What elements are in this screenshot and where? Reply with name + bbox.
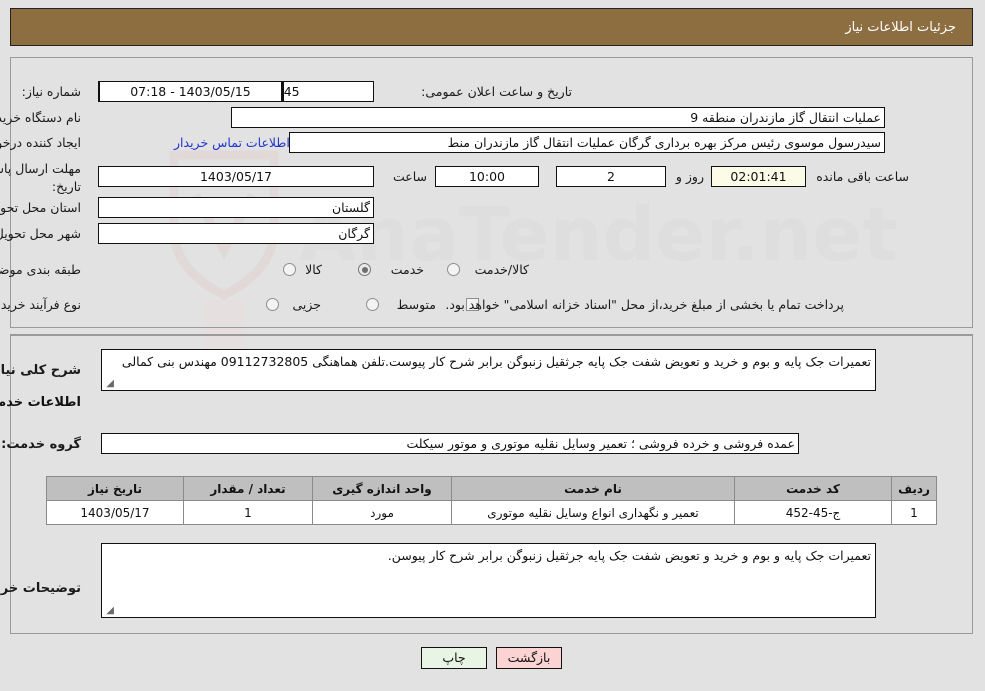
radio-category-kala-label: کالا	[306, 262, 323, 277]
radio-process-jozii-label: جزیی	[293, 297, 322, 312]
requester-label: ایجاد کننده درخواست:	[0, 135, 82, 150]
table-row: 1 ج-45-452 تعمیر و نگهداری انواع وسایل ن…	[47, 500, 938, 525]
action-buttons: بازگشت چاپ	[0, 647, 985, 669]
th-unit: واحد اندازه گیری	[313, 476, 453, 501]
th-date: تاریخ نیاز	[47, 476, 185, 501]
radio-category-kala-khedmat[interactable]	[448, 263, 461, 276]
services-section-heading: اطلاعات خدمات مورد نیاز	[0, 395, 82, 410]
remaining-days-label: روز و	[676, 169, 705, 184]
radio-process-motavaset-label: متوسط	[397, 297, 437, 312]
deadline-label-line2: تاریخ:	[52, 179, 82, 194]
process-label: نوع فرآیند خرید :	[0, 297, 82, 312]
th-name: نام خدمت	[452, 476, 736, 501]
print-button[interactable]: چاپ	[422, 647, 488, 669]
islamic-treasury-text: پرداخت تمام یا بخشی از مبلغ خرید،از محل …	[446, 297, 845, 312]
radio-category-kala[interactable]	[284, 263, 297, 276]
page-header: جزئیات اطلاعات نیاز	[11, 8, 974, 46]
remaining-time-countdown: 02:01:41	[712, 166, 807, 187]
deadline-date-value: 1403/05/17	[99, 166, 375, 187]
general-description-value: تعمیرات جک پایه و بوم و خرید و تعویض شفت…	[122, 354, 872, 369]
th-row: ردیف	[892, 476, 938, 501]
general-description-label: شرح کلی نیاز:	[0, 363, 82, 378]
announce-datetime-value: 1403/05/15 - 07:18	[100, 81, 283, 102]
resize-grip-icon: ◢	[107, 378, 115, 389]
category-label: طبقه بندی موضوعی:	[0, 262, 82, 277]
service-group-label: گروه خدمت:	[2, 437, 82, 452]
services-table: ردیف کد خدمت نام خدمت واحد اندازه گیری ت…	[47, 476, 938, 525]
buyer-org-value: عملیات انتقال گاز مازندران منطقه 9	[232, 107, 886, 128]
province-value: گلستان	[99, 197, 375, 218]
announce-datetime-label: تاریخ و ساعت اعلان عمومی:	[422, 84, 573, 99]
resize-grip-icon-2: ◢	[107, 605, 115, 616]
table-header-row: ردیف کد خدمت نام خدمت واحد اندازه گیری ت…	[47, 476, 938, 501]
th-code: کد خدمت	[735, 476, 893, 501]
td-name: تعمیر و نگهداری انواع وسایل نقلیه موتوری	[452, 500, 736, 525]
deadline-label-line1: مهلت ارسال پاسخ: تا	[0, 161, 82, 176]
buyer-notes-label: توضیحات خریدار:	[0, 581, 82, 596]
radio-category-khedmat[interactable]	[359, 263, 372, 276]
radio-process-motavaset[interactable]	[367, 298, 380, 311]
deadline-hour-label: ساعت	[393, 169, 428, 184]
service-group-value: عمده فروشی و خرده فروشی ؛ تعمیر وسایل نق…	[102, 433, 800, 454]
need-number-label: شماره نیاز:	[22, 84, 82, 99]
deadline-hour-value: 10:00	[436, 166, 540, 187]
td-code: ج-45-452	[735, 500, 893, 525]
buyer-notes-textarea[interactable]: تعمیرات جک پایه و بوم و خرید و تعویض شفت…	[102, 543, 877, 618]
city-label: شهر محل تحویل:	[0, 226, 82, 241]
td-row: 1	[892, 500, 938, 525]
back-button[interactable]: بازگشت	[497, 647, 563, 669]
radio-process-jozii[interactable]	[267, 298, 280, 311]
td-qty: 1	[184, 500, 314, 525]
radio-category-khedmat-label: خدمت	[391, 262, 425, 277]
page-title: جزئیات اطلاعات نیاز	[846, 19, 957, 35]
buyer-contact-link[interactable]: اطلاعات تماس خریدار	[175, 135, 291, 150]
remaining-time-label: ساعت باقی مانده	[817, 169, 910, 184]
city-value: گرگان	[99, 223, 375, 244]
th-qty: تعداد / مقدار	[184, 476, 314, 501]
requester-value: سیدرسول موسوی رئیس مرکز بهره برداری گرگا…	[290, 132, 886, 153]
buyer-notes-value: تعمیرات جک پایه و بوم و خرید و تعویض شفت…	[388, 548, 872, 563]
td-date: 1403/05/17	[47, 500, 185, 525]
buyer-org-label: نام دستگاه خریدار:	[0, 110, 82, 125]
radio-category-kala-khedmat-label: کالا/خدمت	[475, 262, 530, 277]
general-description-textarea[interactable]: تعمیرات جک پایه و بوم و خرید و تعویض شفت…	[102, 349, 877, 391]
remaining-days-value: 2	[557, 166, 667, 187]
province-label: استان محل تحویل:	[0, 200, 82, 215]
td-unit: مورد	[313, 500, 453, 525]
